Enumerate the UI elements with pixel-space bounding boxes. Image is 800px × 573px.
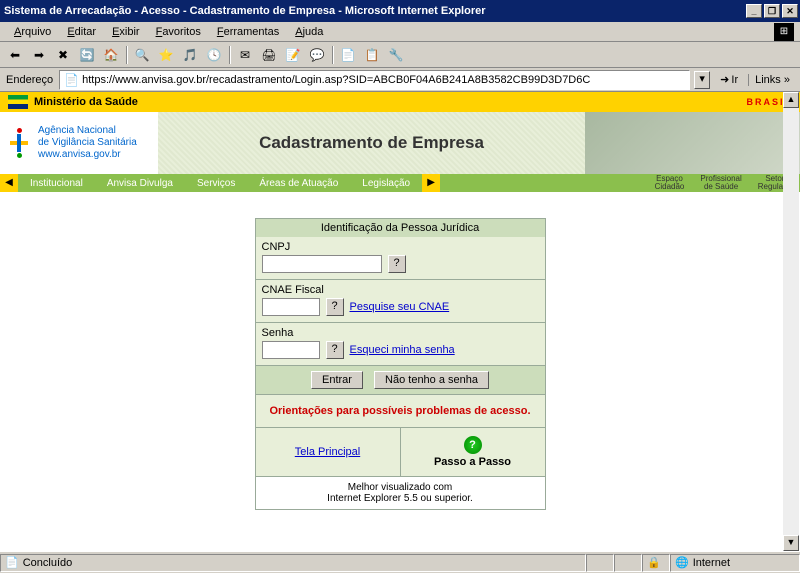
form-title: Identificação da Pessoa Jurídica xyxy=(256,219,545,237)
internet-zone-icon: 🌐 xyxy=(675,556,689,569)
access-warning[interactable]: Orientações para possíveis problemas de … xyxy=(256,394,545,427)
brazil-flag-icon xyxy=(8,95,28,109)
status-ssl-icon: 🔒 xyxy=(642,554,670,572)
help-icon: ? xyxy=(464,436,482,454)
scroll-up-button[interactable]: ▲ xyxy=(783,92,799,108)
window-title: Sistema de Arrecadação - Acesso - Cadast… xyxy=(2,5,746,17)
anvisa-logo[interactable]: Agência Nacional de Vigilância Sanitária… xyxy=(0,112,158,174)
address-label: Endereço xyxy=(4,74,55,86)
status-section-1 xyxy=(586,554,614,572)
main-nav: ◀ Institucional Anvisa Divulga Serviços … xyxy=(0,174,800,192)
status-section-2 xyxy=(614,554,642,572)
favorites-button[interactable]: ⭐ xyxy=(155,44,177,66)
window-titlebar: Sistema de Arrecadação - Acesso - Cadast… xyxy=(0,0,800,22)
discuss-button[interactable]: 💬 xyxy=(306,44,328,66)
close-button[interactable]: ✕ xyxy=(782,4,798,18)
viz-text-2: Internet Explorer 5.5 ou superior. xyxy=(261,493,540,504)
menu-editar[interactable]: Editar xyxy=(59,24,104,40)
tool-button-1[interactable]: 📄 xyxy=(337,44,359,66)
menu-arquivo[interactable]: Arquivo xyxy=(6,24,59,40)
tela-principal-link[interactable]: Tela Principal xyxy=(295,446,360,458)
nav-divulga[interactable]: Anvisa Divulga xyxy=(95,178,185,189)
back-button[interactable]: ⬅ xyxy=(4,44,26,66)
senha-help-button[interactable]: ? xyxy=(326,341,344,359)
edit-button[interactable]: 📝 xyxy=(282,44,304,66)
scrollbar-track[interactable] xyxy=(783,108,799,535)
cnpj-label: CNPJ xyxy=(262,241,539,253)
home-button[interactable]: 🏠 xyxy=(100,44,122,66)
login-form: Identificação da Pessoa Jurídica CNPJ ? … xyxy=(255,218,546,510)
status-bar: 📄 Concluído 🔒 🌐 Internet xyxy=(0,551,800,573)
nav-areas[interactable]: Áreas de Atuação xyxy=(247,178,350,189)
maximize-button[interactable]: ❐ xyxy=(764,4,780,18)
nav-legislacao[interactable]: Legislação xyxy=(350,178,422,189)
nav-profissional[interactable]: Profissionalde Saúde xyxy=(692,175,749,191)
links-bar[interactable]: Links » xyxy=(748,74,796,86)
passo-a-passo-link[interactable]: ? Passo a Passo xyxy=(401,428,545,476)
minimize-button[interactable]: _ xyxy=(746,4,762,18)
menu-favoritos[interactable]: Favoritos xyxy=(148,24,209,40)
address-bar: Endereço 📄 https://www.anvisa.gov.br/rec… xyxy=(0,68,800,92)
go-icon: ➜ xyxy=(720,73,729,86)
go-button[interactable]: ➜Ir xyxy=(714,71,744,88)
refresh-button[interactable]: 🔄 xyxy=(76,44,98,66)
cnpj-help-button[interactable]: ? xyxy=(388,255,406,273)
viz-text-1: Melhor visualizado com xyxy=(261,482,540,493)
cnae-label: CNAE Fiscal xyxy=(262,284,539,296)
address-dropdown[interactable]: ▾ xyxy=(694,71,710,89)
nav-espaco-cidadao[interactable]: EspaçoCidadão xyxy=(647,175,693,191)
scroll-down-button[interactable]: ▼ xyxy=(783,535,799,551)
cnpj-input[interactable] xyxy=(262,255,382,273)
senha-input[interactable] xyxy=(262,341,320,359)
ministry-label: Ministério da Saúde xyxy=(34,96,138,108)
nav-left-arrow-icon[interactable]: ◀ xyxy=(0,174,18,192)
nao-tenho-senha-button[interactable]: Não tenho a senha xyxy=(374,371,489,389)
mail-button[interactable]: ✉ xyxy=(234,44,256,66)
media-button[interactable]: 🎵 xyxy=(179,44,201,66)
history-button[interactable]: 🕓 xyxy=(203,44,225,66)
nav-institucional[interactable]: Institucional xyxy=(18,178,95,189)
menu-exibir[interactable]: Exibir xyxy=(104,24,148,40)
page-icon: 📄 xyxy=(64,73,78,87)
zone-text: Internet xyxy=(693,557,730,569)
print-button[interactable]: 🖨 xyxy=(258,44,280,66)
entrar-button[interactable]: Entrar xyxy=(311,371,363,389)
menu-ajuda[interactable]: Ajuda xyxy=(287,24,331,40)
page-content: Ministério da Saúde BRASIL Agência Nacio… xyxy=(0,92,800,551)
ministry-bar: Ministério da Saúde BRASIL xyxy=(0,92,800,112)
nav-right-arrow-icon[interactable]: ▶ xyxy=(422,174,440,192)
cnae-help-button[interactable]: ? xyxy=(326,298,344,316)
senha-label: Senha xyxy=(262,327,539,339)
status-text: Concluído xyxy=(23,557,73,569)
forward-button[interactable]: ➡ xyxy=(28,44,50,66)
toolbar: ⬅ ➡ ✖ 🔄 🏠 🔍 ⭐ 🎵 🕓 ✉ 🖨 📝 💬 📄 📋 🔧 xyxy=(0,42,800,68)
page-status-icon: 📄 xyxy=(5,556,19,569)
stop-button[interactable]: ✖ xyxy=(52,44,74,66)
nav-servicos[interactable]: Serviços xyxy=(185,178,247,189)
esqueci-senha-link[interactable]: Esqueci minha senha xyxy=(350,344,455,356)
page-title: Cadastramento de Empresa xyxy=(158,112,585,174)
menu-bar: Arquivo Editar Exibir Favoritos Ferramen… xyxy=(0,22,800,42)
header: Agência Nacional de Vigilância Sanitária… xyxy=(0,112,800,174)
cnae-input[interactable] xyxy=(262,298,320,316)
ie-logo-icon: ⊞ xyxy=(774,23,794,41)
address-input-wrapper[interactable]: 📄 https://www.anvisa.gov.br/recadastrame… xyxy=(59,70,690,90)
pesquise-cnae-link[interactable]: Pesquise seu CNAE xyxy=(350,301,450,313)
anvisa-logo-icon xyxy=(4,128,34,158)
menu-ferramentas[interactable]: Ferramentas xyxy=(209,24,287,40)
tool-button-2[interactable]: 📋 xyxy=(361,44,383,66)
address-url[interactable]: https://www.anvisa.gov.br/recadastrament… xyxy=(82,74,590,86)
search-button[interactable]: 🔍 xyxy=(131,44,153,66)
tool-button-3[interactable]: 🔧 xyxy=(385,44,407,66)
keyboard-image xyxy=(585,112,800,174)
